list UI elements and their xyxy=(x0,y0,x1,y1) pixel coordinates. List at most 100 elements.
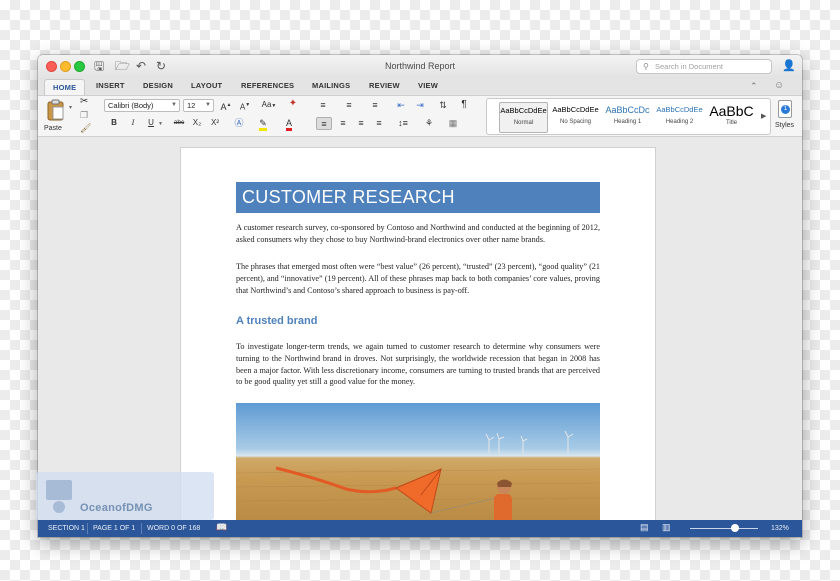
shrink-font-button[interactable]: A▼ xyxy=(237,99,253,112)
ribbon-tabs: HOME INSERT DESIGN LAYOUT REFERENCES MAI… xyxy=(38,79,802,96)
cut-icon[interactable]: ✂ xyxy=(80,96,88,108)
style-name: Heading 2 xyxy=(665,119,694,125)
status-divider xyxy=(87,523,88,534)
search-placeholder: Search in Document xyxy=(655,62,723,71)
paste-button[interactable]: Paste xyxy=(44,99,68,135)
paragraph-2[interactable]: The phrases that emerged most often were… xyxy=(236,261,600,296)
decrease-indent-icon[interactable]: ⇤ xyxy=(394,99,408,112)
word-count[interactable]: WORD 0 OF 168 xyxy=(147,523,200,534)
collapse-ribbon-icon[interactable]: ⌃ xyxy=(750,81,758,92)
styles-pane-icon[interactable]: 1 xyxy=(778,100,792,118)
word-window: 🖫 🗁 ↶ ↻ Northwind Report ⚲ Search in Doc… xyxy=(38,55,802,537)
kite-field-illustration xyxy=(236,430,600,520)
document-page[interactable]: CUSTOMER RESEARCH A customer research su… xyxy=(181,148,655,520)
style-title[interactable]: AaBbC Title xyxy=(707,102,756,133)
style-no-spacing[interactable]: AaBbCcDdEe No Spacing xyxy=(551,102,600,133)
justify-button[interactable]: ≡ xyxy=(372,117,386,130)
font-name-select[interactable]: Calibri (Body) ▼ xyxy=(104,99,180,112)
change-case-label: Aa xyxy=(261,100,272,109)
document-heading[interactable]: CUSTOMER RESEARCH xyxy=(236,182,600,213)
style-name: No Spacing xyxy=(559,119,592,125)
strikethrough-button[interactable]: abc xyxy=(170,117,188,130)
gallery-next-arrow-icon[interactable]: ▶ xyxy=(761,111,766,123)
proofing-book-icon[interactable]: 📖 xyxy=(216,522,227,533)
zoom-slider-thumb[interactable] xyxy=(731,524,739,532)
paragraph-1[interactable]: A customer research survey, co-sponsored… xyxy=(236,222,600,246)
document-canvas[interactable]: CUSTOMER RESEARCH A customer research su… xyxy=(38,137,802,520)
italic-button[interactable]: I xyxy=(127,117,139,130)
copy-icon[interactable]: ❐ xyxy=(80,109,88,121)
shading-icon[interactable]: ⚘ xyxy=(422,117,436,130)
ribbon-home: Paste ▾ ✂ ❐ 🖌 Calibri (Body) ▼ 12 ▼ A▲ A… xyxy=(38,95,802,137)
multilevel-list-icon[interactable]: ≡ xyxy=(368,99,382,112)
style-name: Normal xyxy=(513,120,534,126)
tab-home[interactable]: HOME xyxy=(44,79,86,96)
grow-font-button[interactable]: A▲ xyxy=(218,99,234,112)
style-sample: AaBbCcDdEe xyxy=(656,105,703,114)
paste-dropdown-arrow-icon[interactable]: ▾ xyxy=(69,102,72,114)
style-sample: AaBbCcDdEe xyxy=(500,106,547,115)
share-icon[interactable]: 👤 xyxy=(782,59,796,72)
tab-mailings[interactable]: MAILINGS xyxy=(312,81,350,90)
zoom-slider[interactable] xyxy=(690,528,758,529)
change-case-button[interactable]: Aa▼ xyxy=(259,99,279,112)
print-layout-icon[interactable]: ▤ xyxy=(640,522,649,533)
show-formatting-marks-icon[interactable]: ¶ xyxy=(458,99,470,112)
font-size-select[interactable]: 12 ▼ xyxy=(183,99,214,112)
tab-references[interactable]: REFERENCES xyxy=(241,81,294,90)
web-layout-icon[interactable]: ▥ xyxy=(662,522,671,533)
underline-button[interactable]: U xyxy=(145,117,157,130)
increase-indent-icon[interactable]: ⇥ xyxy=(413,99,427,112)
title-bar: 🖫 🗁 ↶ ↻ Northwind Report ⚲ Search in Doc… xyxy=(38,55,802,79)
superscript-button[interactable]: X² xyxy=(208,117,222,130)
underline-dropdown-arrow-icon[interactable]: ▼ xyxy=(158,118,163,130)
zoom-level[interactable]: 132% xyxy=(771,523,789,534)
highlight-color-icon[interactable]: ✎ xyxy=(253,117,273,131)
search-input[interactable]: ⚲ Search in Document xyxy=(636,59,772,74)
text-effects-icon[interactable]: Ⓐ xyxy=(231,117,247,130)
borders-icon[interactable]: ▦ xyxy=(446,117,460,130)
paste-label: Paste xyxy=(44,125,62,132)
style-heading-2[interactable]: AaBbCcDdEe Heading 2 xyxy=(655,102,704,133)
styles-gallery: AaBbCcDdEe Normal AaBbCcDdEe No Spacing … xyxy=(486,98,771,135)
align-left-button[interactable]: ≡ xyxy=(316,117,332,130)
styles-pane-label[interactable]: Styles xyxy=(775,120,794,132)
tab-view[interactable]: VIEW xyxy=(418,81,438,90)
align-right-button[interactable]: ≡ xyxy=(354,117,368,130)
watermark-text: OceanofDMG xyxy=(80,502,153,514)
bold-button[interactable]: B xyxy=(108,117,120,130)
document-subheading[interactable]: A trusted brand xyxy=(236,315,318,327)
subscript-button[interactable]: X₂ xyxy=(190,117,204,130)
field-kite-photo[interactable] xyxy=(236,403,600,520)
section-indicator[interactable]: SECTION 1 xyxy=(48,523,85,534)
numbering-icon[interactable]: ≡ xyxy=(342,99,356,112)
line-spacing-icon[interactable]: ↕≡ xyxy=(394,117,412,130)
chevron-down-icon: ▼ xyxy=(205,102,211,108)
font-name-value: Calibri (Body) xyxy=(108,101,154,110)
style-heading-1[interactable]: AaBbCcDc Heading 1 xyxy=(603,102,652,133)
sort-icon[interactable]: ⇅ xyxy=(436,99,450,112)
tab-review[interactable]: REVIEW xyxy=(369,81,400,90)
clipboard-icon xyxy=(47,99,64,121)
clear-formatting-icon[interactable]: ✦ xyxy=(286,98,300,111)
style-sample: AaBbCcDdEe xyxy=(552,105,599,114)
font-color-icon[interactable]: A xyxy=(279,117,299,131)
tab-insert[interactable]: INSERT xyxy=(96,81,125,90)
style-sample: AaBbC xyxy=(709,103,754,119)
bullets-icon[interactable]: ≡ xyxy=(316,99,330,112)
style-sample: AaBbCcDc xyxy=(605,105,650,115)
status-bar: SECTION 1 PAGE 1 OF 1 WORD 0 OF 168 📖 ▤ … xyxy=(38,520,802,537)
style-normal[interactable]: AaBbCcDdEe Normal xyxy=(499,102,548,133)
tab-layout[interactable]: LAYOUT xyxy=(191,81,222,90)
tab-design[interactable]: DESIGN xyxy=(143,81,173,90)
style-name: Title xyxy=(725,120,738,126)
format-painter-icon[interactable]: 🖌 xyxy=(80,122,91,134)
page-indicator[interactable]: PAGE 1 OF 1 xyxy=(93,523,135,534)
styles-pane-badge: 1 xyxy=(781,105,790,114)
watermark-logo-icon xyxy=(46,480,72,513)
paragraph-3[interactable]: To investigate longer-term trends, we ag… xyxy=(236,341,600,388)
style-name: Heading 1 xyxy=(613,119,642,125)
align-center-button[interactable]: ≡ xyxy=(336,117,350,130)
feedback-smiley-icon[interactable]: ☺ xyxy=(774,80,784,91)
status-divider xyxy=(141,523,142,534)
